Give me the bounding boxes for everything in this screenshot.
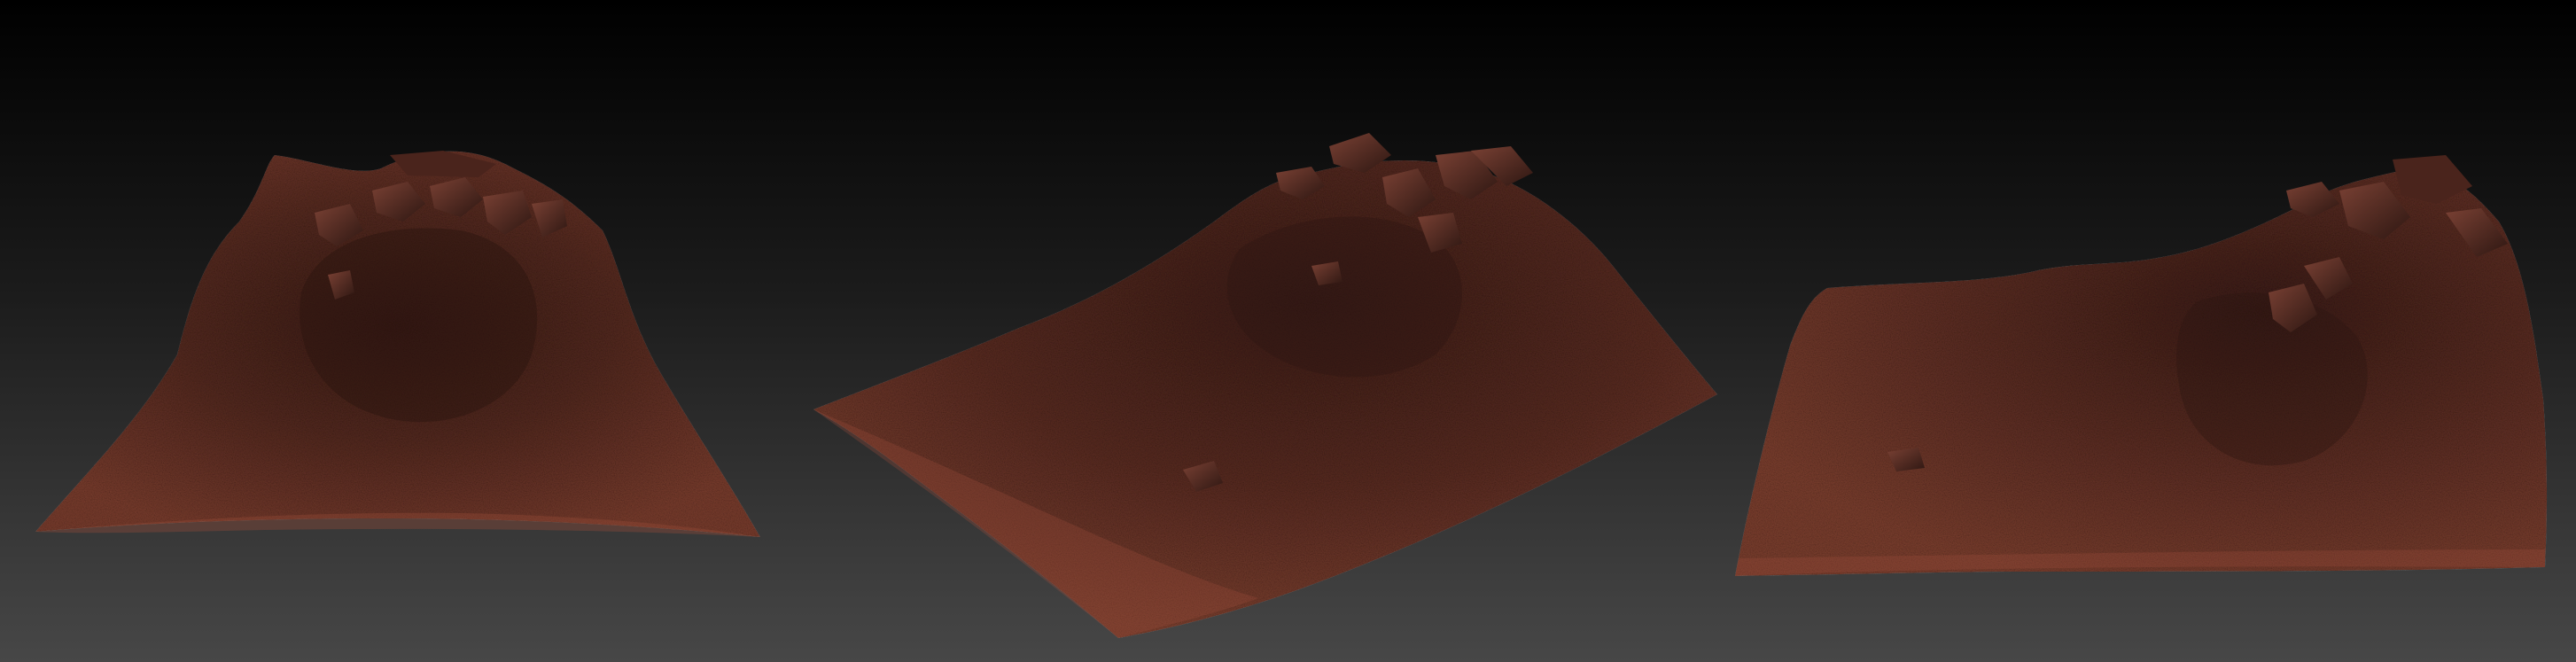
scene-svg bbox=[0, 0, 2576, 662]
viewport bbox=[0, 0, 2576, 662]
